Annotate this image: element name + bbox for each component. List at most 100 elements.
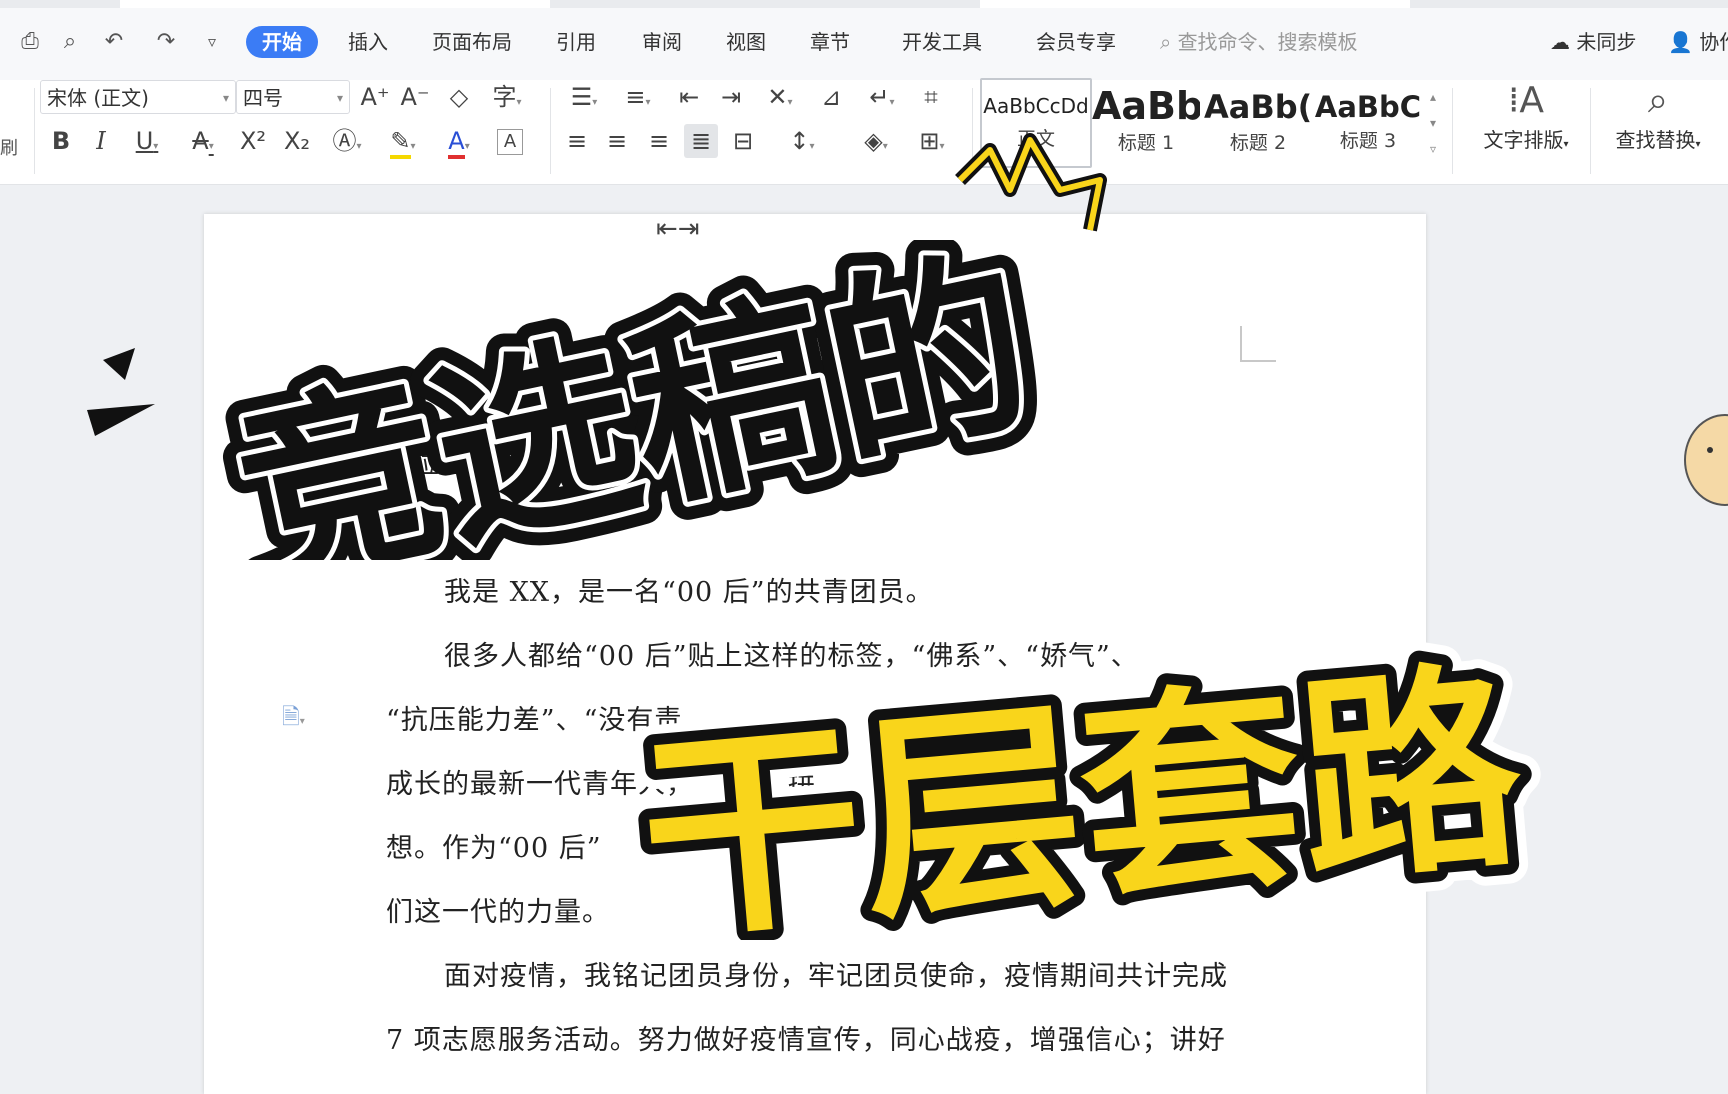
cloud-icon: ☁ xyxy=(1550,30,1570,54)
strikethrough-icon[interactable]: A▾ xyxy=(180,124,226,158)
line-spacing-icon[interactable]: ↕▾ xyxy=(778,124,826,158)
tab-sections[interactable]: 章节 xyxy=(810,26,850,58)
style-heading-3[interactable]: AaBbC 标题 3 xyxy=(1314,78,1422,164)
document-line[interactable]: 我是 XX，是一名“00 后”的共青团员。 xyxy=(444,570,934,609)
sparkle-decoration-icon xyxy=(87,348,155,436)
mascot-sticker xyxy=(1684,414,1728,506)
borders-icon[interactable]: ⊞▾ xyxy=(908,124,956,158)
chevron-down-icon: ▾ xyxy=(336,91,343,105)
justify-icon[interactable]: ≣ xyxy=(684,124,718,158)
print-preview-icon[interactable]: ⌕ xyxy=(54,26,86,58)
chinese-layout-icon[interactable]: ✕▾ xyxy=(756,80,804,114)
menu-tab-bar: ⎙ ⌕ ↶ ↷ ▿ 开始 插入 页面布局 引用 审阅 视图 章节 开发工具 会员… xyxy=(0,0,1728,81)
highlight-icon[interactable]: ✎▾ xyxy=(380,124,426,159)
sparkle-stroke xyxy=(103,348,135,380)
font-name-select[interactable]: 宋体 (正文) ▾ xyxy=(40,80,236,114)
window-tab[interactable] xyxy=(980,0,1410,8)
tab-member[interactable]: 会员专享 xyxy=(1036,26,1116,58)
user-icon: 👤 xyxy=(1668,30,1693,54)
text-layout-label: 文字排版 xyxy=(1483,128,1564,152)
phonetic-guide-icon[interactable]: 字▾ xyxy=(484,80,530,114)
shading-icon[interactable]: ◈▾ xyxy=(852,124,900,158)
style-name: 标题 2 xyxy=(1229,132,1287,154)
page-break-marker-icon[interactable]: ⇤⇥ xyxy=(656,214,700,244)
italic-icon[interactable]: I xyxy=(84,124,118,158)
ribbon-toolbar: 刷 宋体 (正文) ▾ 四号 ▾ A⁺ A⁻ ◇ 字▾ B I U▾ A▾ X² X… xyxy=(0,80,1728,185)
find-replace-label: 查找替换 xyxy=(1615,128,1696,152)
undo-icon[interactable]: ↶ xyxy=(98,26,130,58)
align-right-icon[interactable]: ≡ xyxy=(642,124,676,158)
increase-indent-icon[interactable]: ⇥ xyxy=(714,80,748,114)
bullet-list-icon[interactable]: ☰▾ xyxy=(560,80,608,114)
command-search[interactable]: ⌕ 查找命令、搜索模板 xyxy=(1160,26,1358,58)
collaborate-button[interactable]: 👤 协作 xyxy=(1668,26,1728,58)
document-line[interactable]: 面对疫情，我铭记团员身份，牢记团员使命，疫情期间共计完成 xyxy=(444,954,1228,993)
bold-icon[interactable]: B xyxy=(44,124,78,158)
window-tab[interactable] xyxy=(120,0,550,8)
font-size-select[interactable]: 四号 ▾ xyxy=(236,80,350,114)
document-line[interactable]: 7 项志愿服务活动。努力做好疫情宣传，同心战疫，增强信心；讲好 xyxy=(386,1018,1226,1057)
sync-status-button[interactable]: ☁ 未同步 xyxy=(1550,26,1636,58)
decrease-indent-icon[interactable]: ⇤ xyxy=(672,80,706,114)
clear-format-icon[interactable]: ◇ xyxy=(442,80,476,114)
find-replace-button[interactable]: ⌕ 查找替换▾ xyxy=(1606,78,1710,168)
chevron-down-icon: ▾ xyxy=(222,91,229,105)
format-painter-label[interactable]: 刷 xyxy=(0,134,18,160)
print-icon[interactable]: ⎙ xyxy=(14,26,46,58)
style-sample: AaBb( xyxy=(1204,88,1312,126)
align-left-icon[interactable]: ≡ xyxy=(560,124,594,158)
tab-review[interactable]: 审阅 xyxy=(642,26,682,58)
tab-developer-tools[interactable]: 开发工具 xyxy=(902,26,982,58)
style-name: 标题 3 xyxy=(1339,130,1397,152)
text-direction-icon[interactable]: ⊿ xyxy=(814,80,848,114)
window-tab-strip xyxy=(0,0,1728,8)
divider xyxy=(34,88,35,174)
document-line[interactable]: 大家好！ xyxy=(444,506,556,545)
style-gallery-scroll[interactable]: ▴ ▾ ▿ xyxy=(1430,84,1436,162)
chevron-down-icon: ▾ xyxy=(1563,139,1569,150)
paragraph-mark-icon[interactable]: ↵▾ xyxy=(858,80,906,114)
sync-label: 未同步 xyxy=(1576,30,1637,54)
style-sample: AaBbC xyxy=(1314,90,1422,124)
document-line[interactable]: “抗压能力差”、“没有责 xyxy=(386,698,682,737)
numbered-list-icon[interactable]: ≡▾ xyxy=(614,80,662,114)
document-line[interactable]: 很多人都给“00 后”贴上这样的标签，“佛系”、“娇气”、 xyxy=(444,634,1139,673)
divider xyxy=(1590,88,1591,174)
mascot-eye xyxy=(1707,447,1713,453)
document-icon[interactable]: 🗎▾ xyxy=(282,700,305,738)
font-color-icon[interactable]: A▾ xyxy=(436,124,482,159)
collaborate-label: 协作 xyxy=(1699,30,1728,54)
document-line[interactable]: 们这一代的力量。 xyxy=(386,890,610,929)
document-line[interactable]: 成长的最新一代青年人， xyxy=(386,762,694,801)
search-icon: ⌕ xyxy=(1160,30,1172,54)
table-grid-icon[interactable]: ⌗ xyxy=(914,80,948,114)
magnifier-icon: ⌕ xyxy=(1647,80,1669,121)
text-effect-icon[interactable]: Ⓐ▾ xyxy=(324,124,370,158)
tab-page-layout[interactable]: 页面布局 xyxy=(432,26,512,58)
document-line[interactable]: 想。作为“00 后” xyxy=(386,826,602,865)
divider xyxy=(1452,88,1453,174)
style-heading-2[interactable]: AaBb( 标题 2 xyxy=(1204,78,1312,164)
grow-font-icon[interactable]: A⁺ xyxy=(358,80,392,114)
tab-insert[interactable]: 插入 xyxy=(348,26,388,58)
tab-references[interactable]: 引用 xyxy=(556,26,596,58)
quick-access-dropdown-icon[interactable]: ▿ xyxy=(196,26,228,58)
subscript-icon[interactable]: X₂ xyxy=(280,124,314,158)
burst-decoration-icon xyxy=(955,133,1107,232)
tab-view[interactable]: 视图 xyxy=(726,26,766,58)
chevron-down-icon: ▾ xyxy=(1695,139,1701,150)
text-layout-icon: ⁞A xyxy=(1507,80,1545,121)
underline-icon[interactable]: U▾ xyxy=(124,124,170,158)
distributed-align-icon[interactable]: ⊟ xyxy=(726,124,760,158)
document-line[interactable]: 拼， xyxy=(788,762,844,801)
document-line[interactable]: 位 xyxy=(412,442,440,481)
text-layout-button[interactable]: ⁞A 文字排版▾ xyxy=(1474,78,1578,168)
redo-icon[interactable]: ↷ xyxy=(150,26,182,58)
character-border-icon[interactable]: A xyxy=(497,129,523,155)
tab-home[interactable]: 开始 xyxy=(246,26,318,58)
shrink-font-icon[interactable]: A⁻ xyxy=(398,80,432,114)
search-placeholder: 查找命令、搜索模板 xyxy=(1177,30,1358,54)
superscript-icon[interactable]: X² xyxy=(236,124,270,158)
style-sample: AaBbCcDd xyxy=(983,94,1089,118)
align-center-icon[interactable]: ≡ xyxy=(600,124,634,158)
